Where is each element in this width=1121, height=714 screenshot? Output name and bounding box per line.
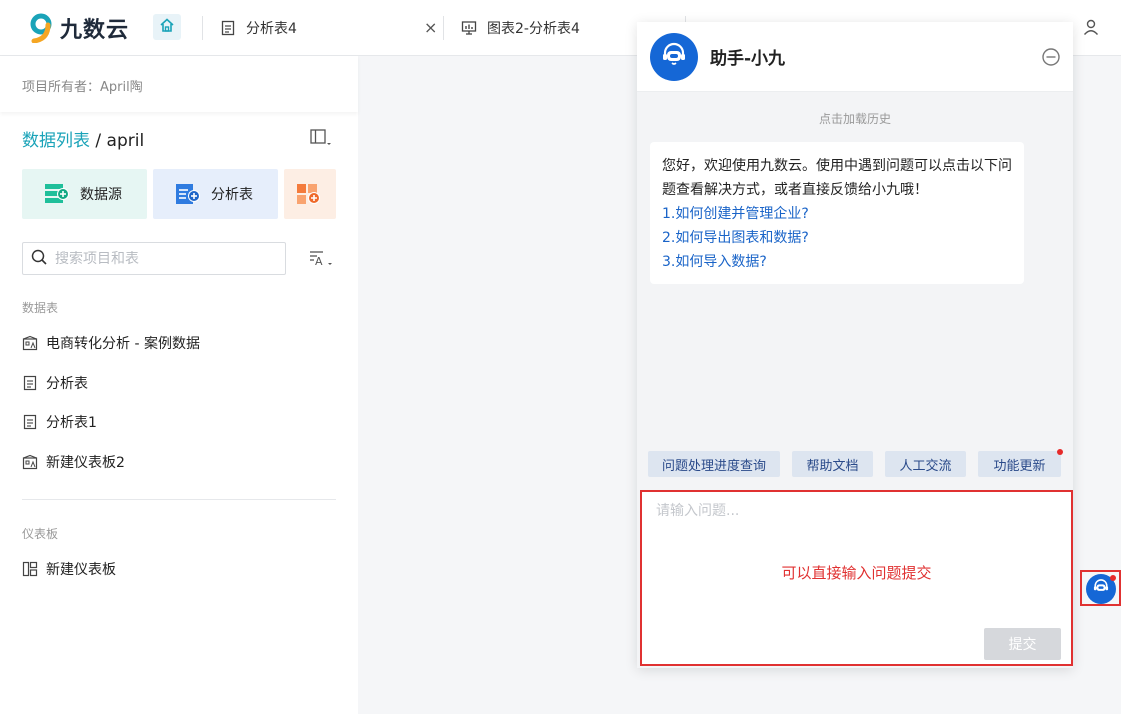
chat-title: 助手-小九 bbox=[710, 49, 786, 69]
assistant-avatar bbox=[650, 32, 698, 81]
tab-chart-2[interactable]: 图表2-分析表4 bbox=[461, 0, 580, 56]
project-owner: 项目所有者：April陶 bbox=[0, 56, 358, 112]
table-doc-icon bbox=[22, 414, 38, 430]
table-doc-icon bbox=[220, 20, 236, 36]
welcome-text: 您好，欢迎使用九数云。使用中遇到问题可以点击以下问题查看解决方式，或者直接反馈给… bbox=[662, 158, 1012, 198]
add-analysis-button[interactable]: 分析表 bbox=[153, 169, 278, 219]
question-input-area: 可以直接输入问题提交 提交 bbox=[640, 490, 1073, 666]
sort-icon[interactable]: A bbox=[309, 249, 335, 269]
question-input[interactable] bbox=[656, 500, 1056, 540]
quick-action-label: 数据源 bbox=[80, 187, 122, 203]
chip-progress-query[interactable]: 问题处理进度查询 bbox=[648, 451, 780, 477]
layout-toggle-icon[interactable] bbox=[310, 129, 332, 147]
home-button[interactable] bbox=[153, 14, 181, 40]
input-hint: 可以直接输入问题提交 bbox=[781, 564, 932, 582]
section-divider bbox=[22, 499, 336, 500]
minimize-icon[interactable] bbox=[1041, 47, 1061, 67]
list-item[interactable]: 电商转化分析 - 案例数据 bbox=[22, 332, 200, 354]
quick-action-label: 分析表 bbox=[211, 187, 253, 203]
left-panel: 项目所有者：April陶 数据列表 / april 数据源 分析表 A 数据表 bbox=[0, 56, 358, 714]
list-item[interactable]: 分析表1 bbox=[22, 411, 97, 433]
close-icon[interactable]: × bbox=[424, 18, 437, 37]
dashboard-add-icon bbox=[296, 181, 322, 207]
logo-mark-icon bbox=[28, 13, 54, 44]
search-input[interactable] bbox=[55, 250, 275, 267]
chart-screen-icon bbox=[461, 20, 477, 36]
load-history-link[interactable]: 点击加载历史 bbox=[637, 110, 1073, 127]
chat-header: 助手-小九 bbox=[637, 22, 1073, 92]
list-item[interactable]: 新建仪表板2 bbox=[22, 451, 125, 473]
headset-icon bbox=[660, 41, 688, 73]
assistant-chat-panel: 助手-小九 点击加载历史 您好，欢迎使用九数云。使用中遇到问题可以点击以下问题查… bbox=[637, 22, 1073, 668]
tab-label: 分析表4 bbox=[246, 21, 297, 37]
user-icon[interactable] bbox=[1082, 18, 1100, 36]
notification-dot bbox=[1110, 575, 1116, 581]
datasource-add-icon bbox=[44, 181, 70, 207]
list-item-label: 新建仪表板 bbox=[46, 562, 116, 578]
list-item[interactable]: 分析表 bbox=[22, 372, 88, 394]
logo[interactable]: 九数云 bbox=[28, 12, 129, 44]
data-list-title: 数据列表 / april bbox=[22, 126, 144, 151]
home-icon bbox=[159, 17, 175, 37]
faq-link[interactable]: 3.如何导入数据? bbox=[662, 250, 1012, 274]
notification-dot bbox=[1057, 449, 1063, 455]
faq-link[interactable]: 2.如何导出图表和数据? bbox=[662, 226, 1012, 250]
section-label-dashboards: 仪表板 bbox=[22, 527, 59, 541]
section-label-tables: 数据表 bbox=[22, 301, 59, 315]
chip-human-chat[interactable]: 人工交流 bbox=[885, 451, 966, 477]
tab-label: 图表2-分析表4 bbox=[487, 21, 580, 37]
search-box[interactable] bbox=[22, 242, 286, 275]
chip-help-docs[interactable]: 帮助文档 bbox=[792, 451, 873, 477]
dashboard-building-icon bbox=[22, 454, 38, 470]
list-item-label: 分析表1 bbox=[46, 415, 97, 431]
chip-label: 功能更新 bbox=[993, 458, 1046, 474]
welcome-message: 您好，欢迎使用九数云。使用中遇到问题可以点击以下问题查看解决方式，或者直接反馈给… bbox=[650, 142, 1024, 284]
svg-text:A: A bbox=[315, 255, 323, 268]
data-list-link[interactable]: 数据列表 bbox=[22, 131, 90, 151]
dashboard-layout-icon bbox=[22, 561, 38, 577]
add-dashboard-button[interactable] bbox=[284, 169, 336, 219]
list-item-label: 新建仪表板2 bbox=[46, 455, 125, 471]
data-list-folder: / april bbox=[90, 131, 145, 151]
list-item-label: 分析表 bbox=[46, 376, 88, 392]
brand-name: 九数云 bbox=[60, 18, 130, 43]
table-doc-icon bbox=[22, 375, 38, 391]
floating-assistant-highlight bbox=[1080, 570, 1121, 606]
list-item-label: 电商转化分析 - 案例数据 bbox=[46, 336, 200, 352]
tab-analysis-4[interactable]: 分析表4 bbox=[220, 0, 297, 56]
search-icon bbox=[31, 249, 47, 269]
tab-separator bbox=[202, 16, 203, 40]
headset-icon bbox=[1092, 578, 1110, 600]
list-item[interactable]: 新建仪表板 bbox=[22, 558, 116, 580]
analysis-add-icon bbox=[175, 181, 201, 207]
tab-separator bbox=[443, 16, 444, 40]
submit-button[interactable]: 提交 bbox=[984, 628, 1061, 660]
chip-feature-updates[interactable]: 功能更新 bbox=[978, 449, 1063, 477]
add-datasource-button[interactable]: 数据源 bbox=[22, 169, 147, 219]
dashboard-building-icon bbox=[22, 335, 38, 351]
faq-link[interactable]: 1.如何创建并管理企业? bbox=[662, 202, 1012, 226]
